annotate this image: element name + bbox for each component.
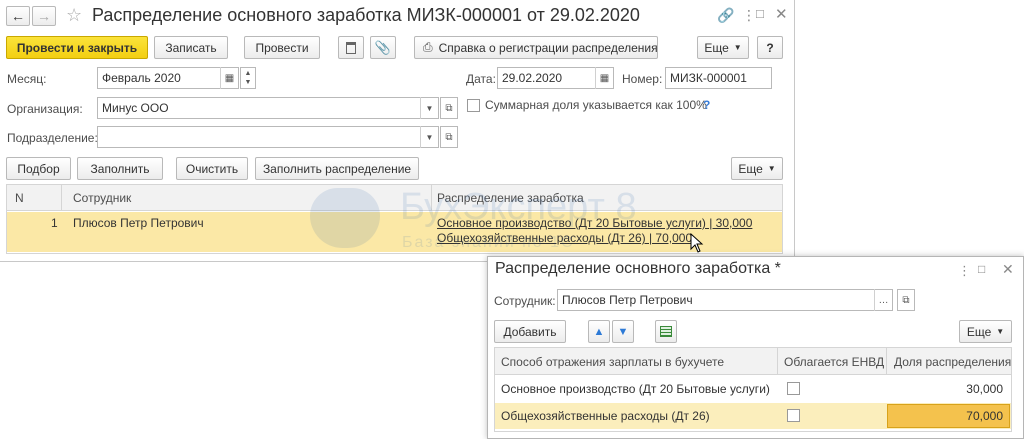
table-more-button[interactable]: Еще ▼ <box>731 157 783 180</box>
employee-label: Сотрудник: <box>494 294 556 308</box>
menu-dots-icon[interactable]: ⋮ <box>958 263 971 279</box>
report-button[interactable]: ⎙ Справка о регистрации распределения <box>414 36 658 59</box>
back-button[interactable]: ← <box>6 6 30 26</box>
month-stepper[interactable]: ▲ ▼ <box>240 67 256 89</box>
dialog-more-button[interactable]: Еще ▼ <box>959 320 1012 343</box>
organization-value: Минус ООО <box>102 101 169 115</box>
employee-field[interactable]: Плюсов Петр Петрович … <box>557 289 893 311</box>
employee-value: Плюсов Петр Петрович <box>562 293 693 307</box>
table-row[interactable]: Общехозяйственные расходы (Дт 26) 70,000 <box>495 403 1011 429</box>
number-label: Номер: <box>622 72 663 86</box>
paperclip-icon: 📎 <box>374 39 392 55</box>
row-method: Основное производство (Дт 20 Бытовые усл… <box>501 382 770 396</box>
select-button[interactable]: Подбор <box>6 157 71 180</box>
move-up-button[interactable]: ▲ <box>588 320 610 343</box>
department-open-icon[interactable]: ⧉ <box>440 126 458 148</box>
dialog-more-label: Еще <box>966 324 992 339</box>
document-icon-button[interactable] <box>338 36 364 59</box>
date-label: Дата: <box>466 72 496 86</box>
close-icon[interactable]: ✕ <box>1002 261 1014 278</box>
table-grid-icon <box>660 326 672 337</box>
calendar-icon[interactable]: ▦ <box>220 67 238 89</box>
table-row[interactable]: Основное производство (Дт 20 Бытовые усл… <box>495 376 1011 402</box>
printer-icon: ⎙ <box>423 40 433 54</box>
header-method[interactable]: Способ отражения зарплаты в бухучете <box>501 355 724 369</box>
organization-field[interactable]: Минус ООО ▼ <box>97 97 439 119</box>
total-share-label: Суммарная доля указывается как 100% <box>485 98 707 112</box>
number-value: МИЗК-000001 <box>670 71 747 85</box>
close-icon[interactable]: ✕ <box>775 5 788 23</box>
post-and-close-button[interactable]: Провести и закрыть <box>6 36 148 59</box>
more-button[interactable]: Еще ▼ <box>697 36 749 59</box>
date-field[interactable]: 29.02.2020 ▦ <box>497 67 614 89</box>
row-share: 30,000 <box>966 382 1003 396</box>
dropdown-icon[interactable]: ▼ <box>420 126 438 148</box>
move-down-button[interactable]: ▼ <box>612 320 634 343</box>
month-value: Февраль 2020 <box>102 71 181 85</box>
document-icon <box>346 41 356 54</box>
dropdown-icon[interactable]: ▼ <box>420 97 438 119</box>
menu-dots-icon[interactable]: ⋮ <box>742 7 756 24</box>
header-n[interactable]: N <box>15 191 24 205</box>
header-employee[interactable]: Сотрудник <box>73 191 131 205</box>
arrow-up-icon: ▲ <box>593 325 605 338</box>
fill-distribution-button[interactable]: Заполнить распределение <box>255 157 419 180</box>
table-settings-button[interactable] <box>655 320 677 343</box>
row-share: 70,000 <box>966 409 1003 423</box>
more-button-label: Еще <box>704 40 729 55</box>
row-envd-checkbox[interactable] <box>787 409 800 422</box>
total-share-help-icon[interactable]: ? <box>703 98 710 112</box>
table-row[interactable]: 1 Плюсов Петр Петрович Основное производ… <box>7 212 782 252</box>
organization-open-icon[interactable]: ⧉ <box>440 97 458 119</box>
row-number: 1 <box>51 216 58 230</box>
month-field[interactable]: Февраль 2020 ▦ <box>97 67 239 89</box>
share-edit-cell[interactable]: 70,000 <box>887 404 1010 428</box>
row-method: Общехозяйственные расходы (Дт 26) <box>501 409 710 423</box>
header-share[interactable]: Доля распределения <box>894 355 1011 369</box>
post-button[interactable]: Провести <box>244 36 320 59</box>
dialog-table-header: Способ отражения зарплаты в бухучете Обл… <box>495 348 1011 375</box>
month-label: Месяц: <box>7 72 47 86</box>
dialog-title: Распределение основного заработка * <box>495 260 781 277</box>
table-more-label: Еще <box>738 161 763 176</box>
distribution-dialog: Распределение основного заработка * ⋮ □ … <box>487 256 1024 439</box>
ellipsis-icon[interactable]: … <box>874 289 892 311</box>
chevron-down-icon: ▼ <box>733 43 742 52</box>
maximize-icon[interactable]: □ <box>756 6 764 21</box>
chevron-down-icon: ▼ <box>767 164 776 173</box>
main-window: ← → ☆ Распределение основного заработка … <box>0 0 795 262</box>
link-icon[interactable]: 🔗 <box>717 7 734 24</box>
clear-button[interactable]: Очистить <box>176 157 248 180</box>
total-share-checkbox[interactable] <box>467 99 480 112</box>
dialog-table: Способ отражения зарплаты в бухучете Обл… <box>494 347 1012 432</box>
date-value: 29.02.2020 <box>502 71 563 85</box>
save-button[interactable]: Записать <box>154 36 228 59</box>
help-button[interactable]: ? <box>757 36 783 59</box>
table-header: N Сотрудник Распределение заработка <box>7 185 782 211</box>
row-distribution-line2[interactable]: Общехозяйственные расходы (Дт 26) | 70,0… <box>437 231 692 245</box>
header-distribution[interactable]: Распределение заработка <box>437 191 584 205</box>
row-distribution-line1[interactable]: Основное производство (Дт 20 Бытовые усл… <box>437 216 752 230</box>
distribution-table: N Сотрудник Распределение заработка 1 Пл… <box>6 184 783 254</box>
row-envd-checkbox[interactable] <box>787 382 800 395</box>
add-button[interactable]: Добавить <box>494 320 566 343</box>
forward-button[interactable]: → <box>32 6 56 26</box>
department-label: Подразделение: <box>7 131 98 145</box>
report-button-label: Справка о регистрации распределения <box>438 40 658 55</box>
employee-open-icon[interactable]: ⧉ <box>897 289 915 311</box>
fill-button[interactable]: Заполнить <box>77 157 163 180</box>
arrow-down-icon: ▼ <box>617 325 629 338</box>
row-employee: Плюсов Петр Петрович <box>73 216 204 230</box>
number-field[interactable]: МИЗК-000001 <box>665 67 772 89</box>
page-title: Распределение основного заработка МИЗК-0… <box>92 5 640 25</box>
chevron-down-icon: ▼ <box>996 327 1005 336</box>
department-field[interactable]: ▼ <box>97 126 439 148</box>
calendar-icon[interactable]: ▦ <box>595 67 613 89</box>
header-envd[interactable]: Облагается ЕНВД <box>784 355 884 369</box>
star-icon[interactable]: ☆ <box>66 5 82 26</box>
maximize-icon[interactable]: □ <box>978 262 985 276</box>
attach-button[interactable]: 📎 <box>370 36 396 59</box>
organization-label: Организация: <box>7 102 83 116</box>
mouse-cursor-icon <box>690 233 704 253</box>
